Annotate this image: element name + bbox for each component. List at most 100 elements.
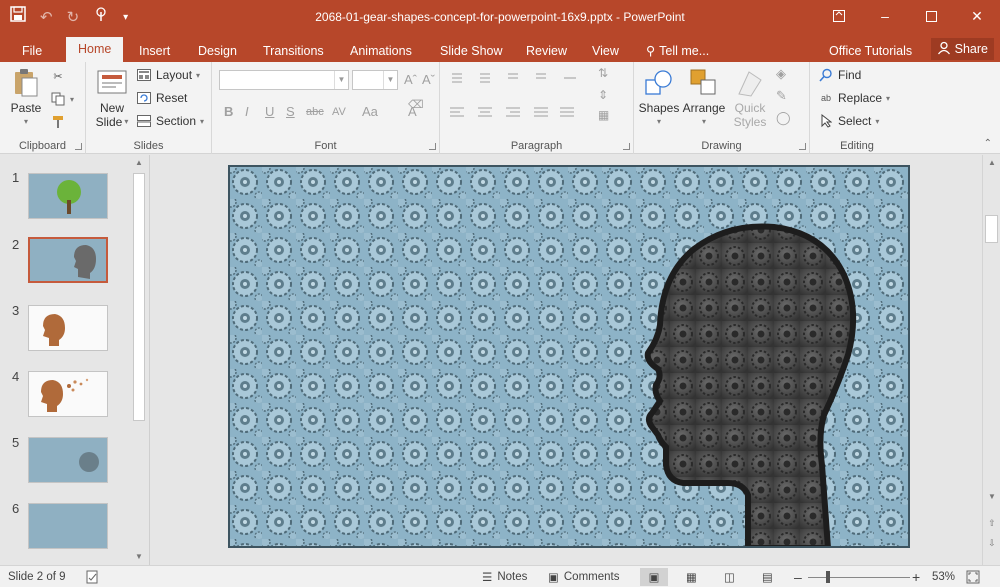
quick-styles-button[interactable]: Quick Styles — [728, 68, 772, 129]
collapse-ribbon-icon[interactable]: ⌃ — [984, 138, 992, 149]
spelling-check-icon[interactable] — [86, 569, 100, 585]
quick-styles-label-line1: Quick — [734, 101, 766, 115]
align-text-icon[interactable]: ⇕ — [598, 88, 608, 102]
slide-thumbnail-6[interactable] — [28, 503, 108, 549]
copy-button[interactable]: ▾ — [50, 89, 74, 109]
layout-label: Layout — [156, 68, 193, 82]
scroll-down-icon[interactable]: ▼ — [984, 489, 1000, 505]
current-slide[interactable] — [228, 165, 910, 548]
reset-button[interactable]: Reset — [136, 88, 187, 108]
font-group-label: Font — [314, 140, 337, 152]
restore-icon[interactable] — [908, 0, 954, 32]
scroll-up-icon[interactable]: ▲ — [984, 155, 1000, 171]
scroll-down-icon[interactable]: ▼ — [131, 549, 147, 565]
replace-button[interactable]: ab Replace ▾ — [818, 88, 890, 108]
font-size-combo[interactable]: ▼ — [352, 70, 398, 90]
tab-office-tutorials[interactable]: Office Tutorials — [829, 40, 912, 62]
quick-styles-label-line2: Styles — [733, 115, 767, 129]
layout-button[interactable]: Layout ▾ — [136, 65, 200, 85]
slide-thumbnail-1[interactable] — [28, 173, 108, 219]
text-direction-icon[interactable]: ⇅ — [598, 66, 608, 80]
font-name-combo[interactable]: ▼ — [219, 70, 349, 90]
shapes-button[interactable]: Shapes ▾ — [638, 68, 680, 129]
shape-outline-icon[interactable]: ✎ — [776, 88, 787, 104]
thumbnail-number: 2 — [12, 237, 20, 252]
zoom-slider-thumb[interactable] — [826, 570, 830, 583]
section-button[interactable]: Section ▾ — [136, 111, 204, 131]
slide-thumbnail-4[interactable] — [28, 371, 108, 417]
normal-view-icon: ▣ — [648, 572, 660, 584]
tab-slideshow[interactable]: Slide Show — [440, 40, 503, 62]
shape-fill-icon[interactable]: ◈ — [776, 66, 786, 82]
zoom-in-icon[interactable]: + — [912, 569, 920, 585]
minimize-icon[interactable]: – — [862, 0, 908, 32]
slide-thumbnail-2[interactable] — [28, 237, 108, 283]
tab-view[interactable]: View — [592, 40, 619, 62]
new-slide-button[interactable]: New Slide ▾ — [92, 68, 132, 129]
slide-scroll-thumb[interactable] — [985, 215, 998, 243]
bold-button[interactable]: B — [224, 104, 233, 119]
font-dialog-launcher-icon[interactable] — [429, 143, 436, 150]
shadow-button[interactable]: S — [286, 104, 295, 119]
select-button[interactable]: Select ▾ — [818, 111, 879, 131]
arrange-button[interactable]: Arrange ▾ — [682, 68, 726, 129]
tab-insert[interactable]: Insert — [139, 40, 170, 62]
change-case-button[interactable]: Aa — [362, 104, 378, 119]
ribbon-display-options-icon[interactable] — [816, 0, 862, 32]
notes-icon: ☰ — [482, 572, 493, 584]
lightbulb-icon: ⚲ — [646, 44, 656, 58]
reading-view-button[interactable]: ◫ — [724, 569, 735, 585]
slide-thumbnail-3[interactable] — [28, 305, 108, 351]
fit-slide-icon[interactable] — [966, 569, 980, 585]
shapes-label: Shapes — [638, 101, 680, 115]
zoom-slider[interactable] — [808, 569, 910, 585]
drawing-dialog-launcher-icon[interactable] — [799, 143, 806, 150]
share-button[interactable]: Share — [930, 38, 994, 60]
slideshow-view-button[interactable]: ▤ — [762, 569, 773, 585]
tab-file[interactable]: File — [22, 40, 42, 62]
underline-button[interactable]: U — [265, 104, 274, 119]
previous-slide-icon[interactable]: ⇧ — [984, 515, 1000, 531]
paragraph-group-label: Paragraph — [510, 140, 563, 152]
tab-animations[interactable]: Animations — [350, 40, 412, 62]
notes-button[interactable]: ☰ Notes — [482, 569, 527, 585]
cut-button[interactable]: ✂ — [50, 66, 66, 86]
thumbnail-scroll-thumb[interactable] — [133, 173, 145, 421]
close-icon[interactable]: ✕ — [954, 0, 1000, 32]
thumbnail-scrollbar[interactable]: ▲ ▼ — [131, 155, 147, 565]
paste-button[interactable]: Paste ▾ — [6, 68, 46, 129]
increase-font-icon[interactable]: Aˆ — [404, 72, 417, 87]
format-painter-button[interactable] — [50, 112, 66, 132]
tab-review[interactable]: Review — [526, 40, 567, 62]
tell-me-box[interactable]: ⚲ Tell me... — [646, 40, 709, 62]
clipboard-dialog-launcher-icon[interactable] — [75, 143, 82, 150]
select-label: Select — [838, 114, 872, 128]
font-group: ▼ ▼ Aˆ Aˇ ⌫ B I U S abc AV Aa A Font — [212, 62, 440, 154]
tab-home[interactable]: Home — [66, 37, 124, 62]
slide-scrollbar[interactable]: ▲ ▼ ⇧ ⇩ — [982, 155, 1000, 565]
new-slide-dropdown-icon: ▾ — [124, 117, 129, 126]
comments-button[interactable]: ▣ Comments — [548, 569, 619, 585]
slide-counter: Slide 2 of 9 — [8, 569, 66, 585]
zoom-level[interactable]: 53% — [932, 569, 955, 585]
slide-thumbnail-5[interactable] — [28, 437, 108, 483]
next-slide-icon[interactable]: ⇩ — [984, 535, 1000, 551]
paste-icon — [11, 68, 41, 98]
shape-effects-icon[interactable]: ◯ — [776, 110, 791, 126]
normal-view-button[interactable]: ▣ — [640, 568, 668, 586]
font-color-button[interactable]: A — [408, 104, 417, 119]
editing-group-label: Editing — [840, 140, 874, 152]
decrease-font-icon[interactable]: Aˇ — [422, 72, 435, 87]
character-spacing-button[interactable]: AV — [332, 106, 346, 118]
paragraph-dialog-launcher-icon[interactable] — [623, 143, 630, 150]
slide-sorter-button[interactable]: ▦ — [686, 569, 697, 585]
ribbon: Paste ▾ ✂ ▾ Clipboard New Slide ▾ Layout… — [0, 62, 1000, 154]
tab-design[interactable]: Design — [198, 40, 237, 62]
tab-transitions[interactable]: Transitions — [263, 40, 324, 62]
smartart-icon[interactable]: ▦ — [598, 108, 609, 122]
find-button[interactable]: Find — [818, 65, 861, 85]
zoom-out-icon[interactable]: – — [794, 569, 802, 585]
scroll-up-icon[interactable]: ▲ — [131, 155, 147, 171]
strikethrough-button[interactable]: abc — [306, 106, 324, 118]
italic-button[interactable]: I — [245, 104, 249, 119]
